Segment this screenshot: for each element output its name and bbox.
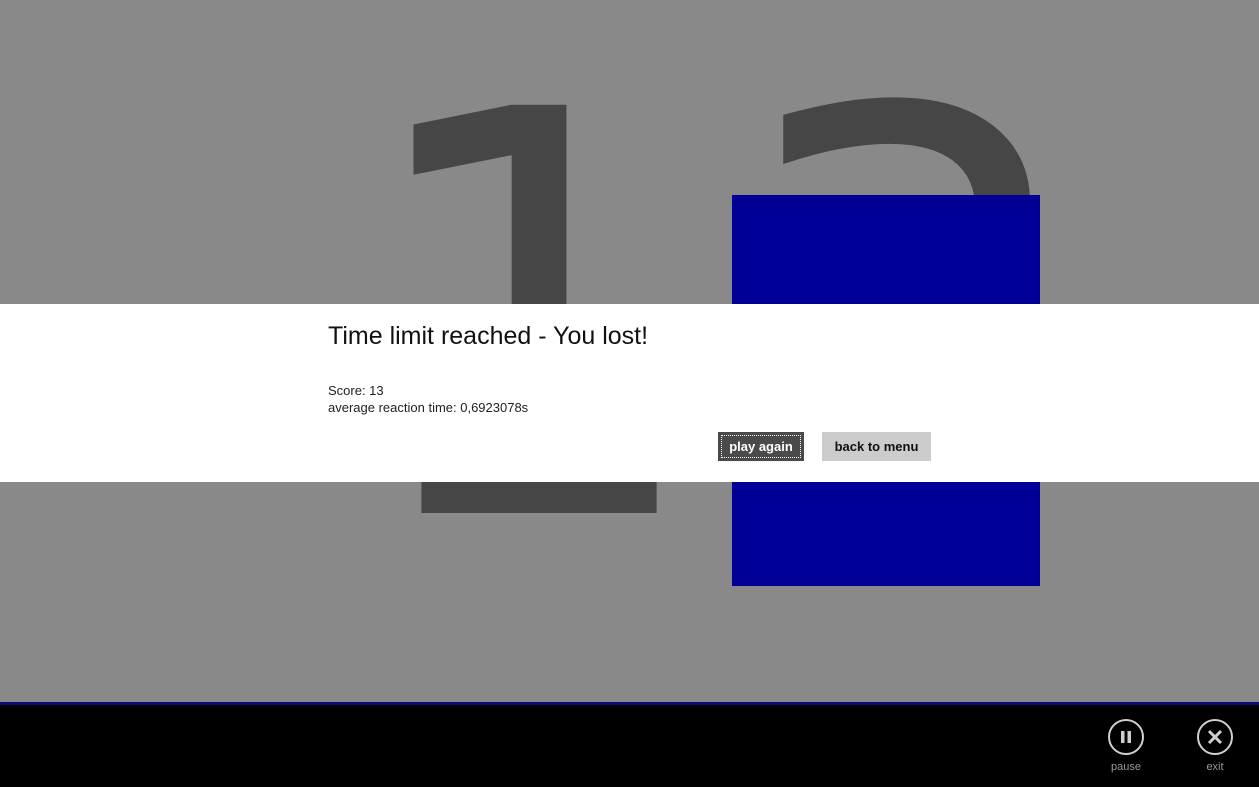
pause-button[interactable]: pause — [1096, 719, 1156, 773]
play-again-button[interactable]: play again — [718, 432, 804, 461]
dialog-title: Time limit reached - You lost! — [328, 322, 649, 350]
back-to-menu-button[interactable]: back to menu — [822, 432, 931, 461]
result-stats: Score: 13 average reaction time: 0,69230… — [328, 382, 528, 416]
exit-label: exit — [1206, 761, 1224, 773]
close-icon — [1197, 719, 1233, 755]
pause-label: pause — [1111, 761, 1141, 773]
game-over-dialog: Time limit reached - You lost! Score: 13… — [0, 304, 1259, 482]
app-bar: pause exit — [0, 702, 1259, 787]
exit-button[interactable]: exit — [1185, 719, 1245, 773]
reaction-time-text: average reaction time: 0,6923078s — [328, 400, 529, 415]
pause-icon — [1108, 719, 1144, 755]
score-text: Score: 13 — [328, 383, 384, 398]
play-again-label: play again — [721, 435, 801, 458]
